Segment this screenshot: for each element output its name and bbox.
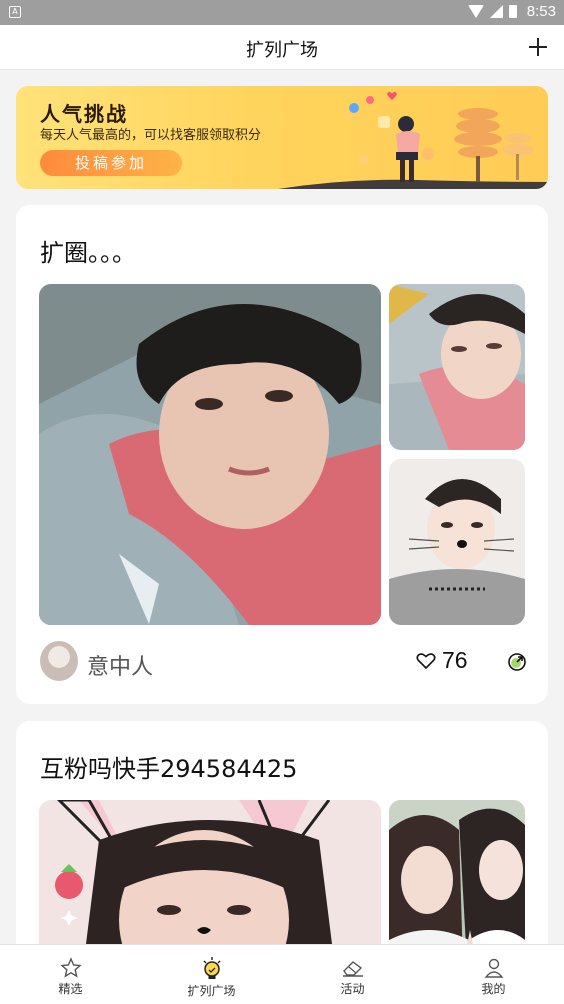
nav-item-square[interactable]: 扩列广场 [141, 945, 282, 1004]
page-title: 扩列广场 [246, 40, 318, 61]
nav-item-me[interactable]: 我的 [423, 945, 564, 1004]
challenge-banner[interactable]: 人气挑战 每天人气最高的，可以找客服领取积分 投稿参加 [16, 86, 548, 189]
bottom-nav: 精选 扩列广场 活动 我的 [0, 944, 564, 1004]
like-count: 76 [442, 647, 468, 673]
like-button[interactable]: 76 [416, 647, 468, 674]
bulb-icon [203, 957, 220, 979]
post-card[interactable]: 扩圈。。。 意中人 76 [16, 205, 548, 704]
avatar[interactable] [40, 641, 78, 681]
battery-icon [508, 5, 517, 18]
boy-red-shirt-image [39, 284, 381, 625]
status-icons: 8:53 [467, 3, 556, 20]
boy-red-shirt-side-image [389, 284, 525, 450]
post-card[interactable]: 互粉吗快手294584425 [16, 721, 548, 981]
post-meta: 意中人 76 [40, 641, 530, 683]
author-name[interactable]: 意中人 [87, 649, 153, 681]
share-icon[interactable] [507, 652, 527, 672]
nav-label: 扩列广场 [187, 984, 236, 998]
banner-subtitle: 每天人气最高的，可以找客服领取积分 [40, 128, 262, 143]
top-app-bar: 扩列广场 [0, 25, 564, 70]
notification-icon: A [9, 6, 21, 18]
post-photo[interactable] [389, 459, 525, 625]
post-photo[interactable] [39, 284, 381, 625]
nav-label: 活动 [340, 982, 365, 996]
submit-entry-button[interactable]: 投稿参加 [40, 150, 182, 176]
nav-item-activity[interactable]: 活动 [282, 945, 423, 1004]
nav-label: 我的 [481, 982, 506, 996]
star-icon [59, 957, 82, 978]
signal-icon [489, 5, 503, 18]
post-photo[interactable] [389, 284, 525, 450]
banner-title: 人气挑战 [40, 102, 128, 126]
post-title: 扩圈。。。 [40, 239, 136, 267]
nav-item-featured[interactable]: 精选 [0, 945, 141, 1004]
nav-label: 精选 [58, 982, 83, 996]
eraser-icon [342, 961, 363, 977]
banner-illustration [278, 92, 548, 189]
heart-icon [416, 652, 436, 669]
wifi-icon [467, 5, 484, 18]
status-time: 8:53 [526, 3, 556, 20]
plus-icon[interactable] [524, 33, 552, 61]
status-bar: A 8:53 [0, 0, 564, 25]
boy-gray-shirt-filter-image [389, 459, 525, 625]
person-icon [484, 958, 503, 978]
post-title: 互粉吗快手294584425 [40, 755, 298, 783]
